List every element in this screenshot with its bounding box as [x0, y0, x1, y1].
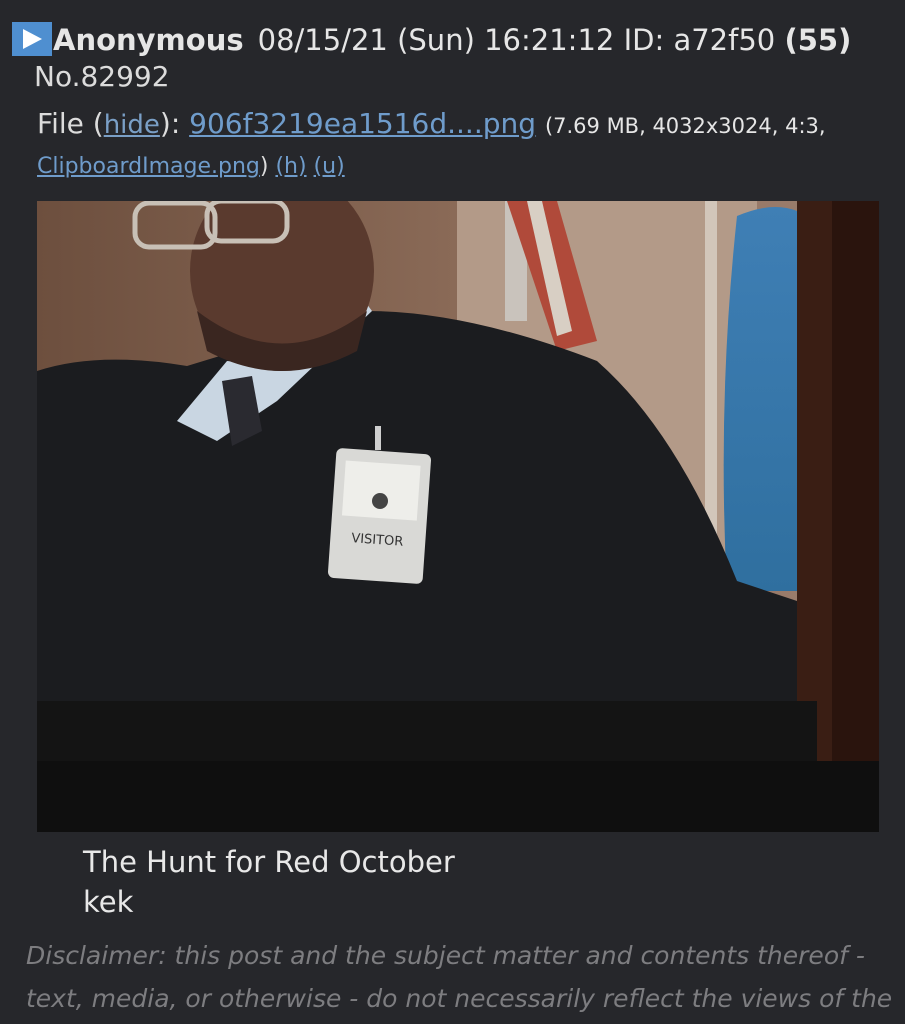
play-icon[interactable]	[12, 22, 52, 56]
poster-id[interactable]: a72f50	[673, 23, 775, 57]
post-message: The Hunt for Red October kek	[83, 842, 455, 922]
post-count-badge: (55)	[784, 23, 852, 57]
file-link[interactable]: 906f3219ea1516d....png	[189, 107, 536, 140]
post-header: Anonymous 08/15/21 (Sun) 16:21:12 ID: a72…	[12, 18, 895, 62]
h-link[interactable]: (h)	[275, 154, 306, 179]
disclaimer-line: text, media, or otherwise - do not neces…	[26, 984, 893, 1013]
post-number[interactable]: No.82992	[34, 58, 170, 96]
message-line: kek	[83, 885, 134, 919]
file-info: File (hide): 906f3219ea1516d....png (7.6…	[37, 107, 826, 140]
message-line: The Hunt for Red October	[83, 845, 455, 879]
post-image-content: VISITOR	[37, 201, 879, 832]
hide-link[interactable]: hide	[104, 110, 160, 140]
disclaimer-line: Disclaimer: this post and the subject ma…	[26, 941, 865, 970]
post-date: 08/15/21 (Sun) 16:21:12	[257, 23, 615, 57]
file-label: File	[37, 107, 84, 140]
file-meta: (7.69 MB, 4032x3024, 4:3,	[544, 114, 826, 138]
u-link[interactable]: (u)	[314, 154, 345, 179]
poster-name: Anonymous	[53, 23, 244, 57]
post-image[interactable]: VISITOR	[37, 201, 879, 832]
original-filename-link[interactable]: ClipboardImage.png	[37, 154, 260, 179]
disclaimer: Disclaimer: this post and the subject ma…	[26, 934, 896, 1020]
poster-id-label: ID:	[623, 23, 665, 57]
file-info-line2: ClipboardImage.png) (h) (u)	[37, 154, 345, 179]
